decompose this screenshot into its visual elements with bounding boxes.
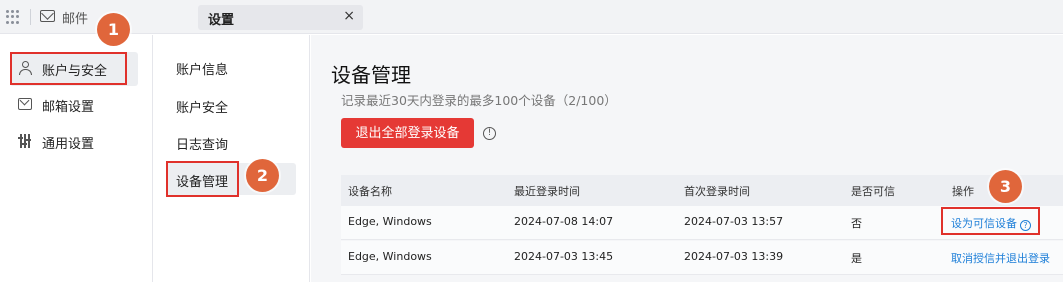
first-login-time: 2024-07-03 13:57 — [684, 215, 784, 228]
column-header: 最近登录时间 — [514, 185, 580, 198]
highlight-box-2 — [166, 161, 239, 197]
subnav-item-log-query[interactable]: 日志查询 — [166, 126, 296, 158]
trusted-status: 否 — [851, 217, 862, 230]
step-badge-1: 1 — [97, 13, 130, 46]
tab-label: 设置 — [208, 13, 235, 28]
trusted-status: 是 — [851, 252, 862, 265]
sidebar-item-general-settings[interactable]: 通用设置 — [10, 125, 138, 159]
subnav-item-label: 账户安全 — [176, 101, 229, 116]
info-icon[interactable]: ! — [483, 127, 496, 140]
sidebar-item-mailbox-settings[interactable]: 邮箱设置 — [10, 88, 138, 122]
device-name: Edge, Windows — [348, 215, 432, 228]
subnav-item-label: 账户信息 — [176, 63, 229, 78]
sidebar-item-label: 邮箱设置 — [42, 100, 95, 115]
sliders-icon — [18, 134, 32, 148]
step-badge-2: 2 — [246, 159, 279, 192]
last-login-time: 2024-07-03 13:45 — [514, 250, 614, 263]
top-bar: 邮件 设置 × — [0, 0, 1063, 34]
main-panel: 设备管理 记录最近30天内登录的最多100个设备（2/100） 退出全部登录设备… — [311, 35, 1063, 282]
column-header: 首次登录时间 — [684, 185, 750, 198]
logout-all-button[interactable]: 退出全部登录设备 — [341, 118, 474, 148]
column-header: 操作 — [952, 185, 974, 198]
subnav: 账户信息 账户安全 日志查询 设备管理 — [154, 35, 310, 282]
page-title: 设备管理 — [331, 63, 411, 87]
table-header: 设备名称 最近登录时间 首次登录时间 是否可信 操作 — [341, 175, 1063, 206]
page-subtitle: 记录最近30天内登录的最多100个设备（2/100） — [341, 93, 617, 108]
sidebar-item-label: 通用设置 — [42, 137, 95, 152]
device-name: Edge, Windows — [348, 250, 432, 263]
highlight-box-3 — [941, 207, 1040, 235]
action-cell: 取消授信并退出登录 — [951, 250, 1050, 266]
table-row: Edge, Windows 2024-07-03 13:45 2024-07-0… — [341, 241, 1063, 275]
mail-icon[interactable] — [40, 10, 55, 22]
app-label[interactable]: 邮件 — [62, 8, 88, 27]
column-header: 是否可信 — [851, 185, 895, 198]
last-login-time: 2024-07-08 14:07 — [514, 215, 614, 228]
column-header: 设备名称 — [348, 185, 392, 198]
close-icon[interactable]: × — [343, 8, 355, 24]
subnav-item-label: 日志查询 — [176, 138, 229, 153]
mailbox-icon — [18, 98, 32, 110]
tab-settings[interactable]: 设置 × — [198, 5, 363, 30]
step-badge-3: 3 — [989, 170, 1022, 203]
first-login-time: 2024-07-03 13:39 — [684, 250, 784, 263]
highlight-box-1 — [10, 52, 127, 85]
subnav-item-account-security[interactable]: 账户安全 — [166, 89, 296, 121]
divider — [30, 9, 31, 25]
subnav-item-account-info[interactable]: 账户信息 — [166, 51, 296, 83]
apps-grid-icon[interactable] — [6, 10, 20, 24]
revoke-trust-link[interactable]: 取消授信并退出登录 — [951, 252, 1050, 265]
